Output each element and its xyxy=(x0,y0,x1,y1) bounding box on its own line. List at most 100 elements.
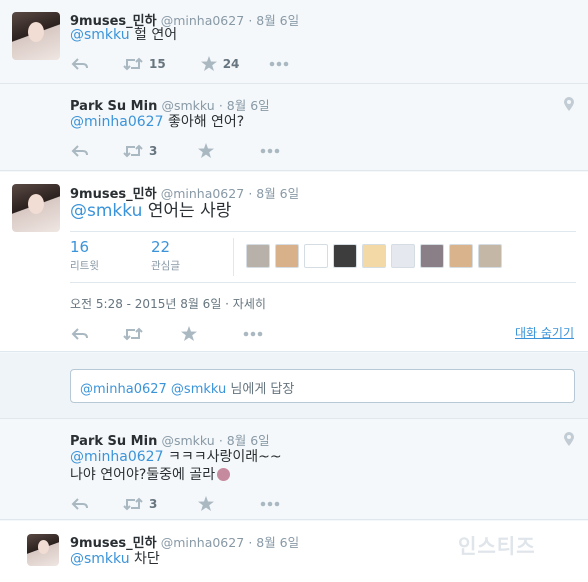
tweet-text-line-2: 나야 연어야?둘중에 골라 xyxy=(70,465,231,485)
tweet-actions: 3 xyxy=(71,143,280,158)
tweet-actions: 3 xyxy=(71,496,280,511)
handle[interactable]: @smkku xyxy=(161,98,214,113)
reply-icon xyxy=(71,57,88,70)
tweet-actions xyxy=(71,326,263,341)
location-pin-icon[interactable] xyxy=(564,432,574,446)
retweet-button[interactable] xyxy=(123,327,143,341)
favorite-stat-count: 22 xyxy=(151,238,171,256)
location-pin-icon[interactable] xyxy=(564,97,574,111)
reply-button[interactable] xyxy=(71,327,89,341)
mention-link[interactable]: @minha0627 xyxy=(70,114,163,130)
retweet-icon xyxy=(123,144,143,157)
tweet-3-expanded[interactable]: 9muses_민하 @minha0627 · 8월 6일 @smkku 연어는 … xyxy=(0,172,588,352)
favorite-stat[interactable]: 22 관심글 xyxy=(151,238,180,273)
reply-button[interactable] xyxy=(71,57,89,71)
tweet-text: @smkku 헐 연어 xyxy=(70,25,177,45)
star-icon xyxy=(198,143,215,158)
tweet-stats: 16 리트윗 22 관심글 xyxy=(70,231,576,283)
star-icon xyxy=(181,326,197,341)
favorite-stat-label: 관심글 xyxy=(151,260,180,272)
mention-link[interactable]: @smkku xyxy=(70,551,130,567)
liker-avatar[interactable] xyxy=(478,244,502,268)
liker-avatar[interactable] xyxy=(420,244,444,268)
retweet-count: 3 xyxy=(149,143,158,158)
liker-avatar[interactable] xyxy=(362,244,386,268)
mention-link[interactable]: @smkku xyxy=(70,27,130,43)
tweet-body: 좋아해 연어? xyxy=(167,114,245,130)
star-icon xyxy=(200,56,217,71)
timestamp[interactable]: · 8월 6일 xyxy=(219,433,270,448)
liker-avatar[interactable] xyxy=(333,244,357,268)
tweet-body: ㅋㅋㅋ사랑이래~~ xyxy=(167,449,282,465)
watermark: 인스티즈 xyxy=(458,534,536,558)
reply-button[interactable] xyxy=(71,497,89,511)
retweet-stat-count: 16 xyxy=(70,238,90,256)
timestamp[interactable]: · 8월 6일 xyxy=(248,13,299,28)
tweet-actions: 15 24 xyxy=(71,56,289,71)
tweet-4[interactable]: Park Su Min @smkku · 8월 6일 @minha0627 ㅋㅋ… xyxy=(0,420,588,520)
more-button[interactable] xyxy=(243,331,263,337)
mention-link[interactable]: @minha0627 xyxy=(70,449,163,465)
timestamp[interactable]: · 8월 6일 xyxy=(248,186,299,201)
retweet-button[interactable]: 3 xyxy=(123,144,157,158)
more-icon xyxy=(270,61,289,66)
avatar[interactable] xyxy=(12,184,60,232)
liker-avatar[interactable] xyxy=(246,244,270,268)
stats-divider xyxy=(233,238,234,276)
tweet-body: 헐 연어 xyxy=(134,27,178,43)
timestamp[interactable]: · 8월 6일 xyxy=(219,98,270,113)
more-button[interactable] xyxy=(260,148,280,154)
favorite-count: 24 xyxy=(222,56,240,71)
reply-icon xyxy=(71,497,88,510)
tweet-body-line-2: 나야 연어야?둘중에 골라 xyxy=(70,467,216,483)
liker-avatars xyxy=(246,244,507,268)
favorite-button[interactable] xyxy=(181,326,197,341)
star-icon xyxy=(198,496,215,511)
retweet-icon xyxy=(123,327,143,340)
liker-avatar[interactable] xyxy=(275,244,299,268)
tweet-body: 차단 xyxy=(134,551,160,567)
favorite-button[interactable]: 24 xyxy=(200,56,240,71)
tweet-1[interactable]: 9muses_민하 @minha0627 · 8월 6일 @smkku 헐 연어… xyxy=(0,0,588,84)
handle[interactable]: @smkku xyxy=(161,433,214,448)
tweet-2[interactable]: Park Su Min @smkku · 8월 6일 @minha0627 좋아… xyxy=(0,85,588,171)
full-timestamp[interactable]: 오전 5:28 - 2015년 8월 6일 · 자세히 xyxy=(70,295,266,312)
reply-area: @minha0627 @smkku 님에게 답장 xyxy=(0,353,588,419)
favorite-button[interactable] xyxy=(198,496,215,511)
mention-link[interactable]: @smkku xyxy=(70,201,142,221)
liker-avatar[interactable] xyxy=(391,244,415,268)
more-button[interactable] xyxy=(269,61,289,67)
avatar-face xyxy=(38,540,49,554)
liker-avatar[interactable] xyxy=(449,244,473,268)
tweet-body: 연어는 사랑 xyxy=(147,201,232,221)
avatar[interactable] xyxy=(27,534,59,566)
reply-icon xyxy=(71,327,88,340)
reply-placeholder: 님에게 답장 xyxy=(230,382,295,397)
hide-conversation-link[interactable]: 대화 숨기기 xyxy=(515,324,574,341)
liker-avatar[interactable] xyxy=(304,244,328,268)
emoji-icon xyxy=(217,468,231,481)
retweet-count: 3 xyxy=(149,496,158,511)
retweet-button[interactable]: 3 xyxy=(123,497,157,511)
reply-icon xyxy=(71,144,88,157)
tweet-text: @smkku 연어는 사랑 xyxy=(70,200,231,222)
avatar-face xyxy=(28,22,44,42)
avatar[interactable] xyxy=(12,12,60,60)
tweet-text: @smkku 차단 xyxy=(70,549,160,569)
timestamp[interactable]: · 8월 6일 xyxy=(248,535,299,550)
retweet-stat[interactable]: 16 리트윗 xyxy=(70,238,99,273)
retweet-button[interactable]: 15 xyxy=(123,57,166,71)
more-icon xyxy=(261,148,280,153)
handle[interactable]: @minha0627 xyxy=(161,186,244,201)
reply-input[interactable]: @minha0627 @smkku 님에게 답장 xyxy=(70,369,575,403)
reply-button[interactable] xyxy=(71,144,89,158)
more-icon xyxy=(261,501,280,506)
retweet-icon xyxy=(123,57,143,70)
favorite-button[interactable] xyxy=(198,143,215,158)
avatar-face xyxy=(28,194,44,214)
handle[interactable]: @minha0627 xyxy=(161,535,244,550)
tweet-text: @minha0627 좋아해 연어? xyxy=(70,112,244,132)
more-button[interactable] xyxy=(260,501,280,507)
retweet-icon xyxy=(123,497,143,510)
retweet-stat-label: 리트윗 xyxy=(70,260,99,272)
